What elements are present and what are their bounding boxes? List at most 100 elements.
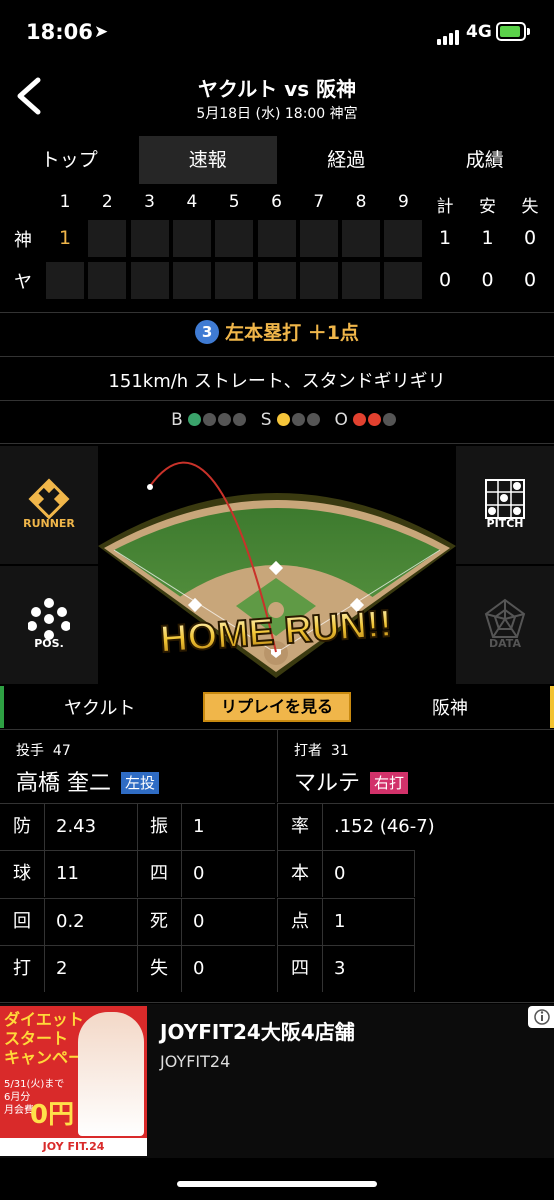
team-bar: ヤクルト リプレイを見る 阪神 xyxy=(0,686,554,728)
ad-sponsor: JOYFIT24 xyxy=(160,1052,231,1071)
inning-header: 8 xyxy=(355,192,367,212)
strikes-dot xyxy=(276,413,290,426)
stat-key: 回 xyxy=(0,898,45,945)
positions-button[interactable]: POS. xyxy=(0,566,98,684)
tab-bar: トップ 速報 経過 成績 xyxy=(0,136,554,184)
stat-key: 球 xyxy=(0,851,45,898)
ad-image[interactable]: ダイエット スタート キャンペーン 5/31(火)まで 6月分 月会費 0円 JOY F… xyxy=(0,1006,147,1156)
divider xyxy=(0,400,554,401)
data-button[interactable]: DATA xyxy=(456,566,554,684)
stat-key: 失 xyxy=(137,945,182,992)
outs-label: O xyxy=(334,410,348,430)
pitcher-name[interactable]: 高橋 奎二 左投 xyxy=(16,765,160,797)
total-header: 安 xyxy=(479,197,496,217)
stat-value: 0 xyxy=(193,863,205,885)
data-pentagon-icon xyxy=(484,598,526,638)
stat-value: .152 (46-7) xyxy=(334,816,435,837)
batter-hand-badge: 右打 xyxy=(370,772,409,794)
inning-score: 1 xyxy=(46,220,84,257)
inning-score xyxy=(215,262,254,299)
stat-key: 率 xyxy=(278,804,323,850)
stat-value: 2 xyxy=(56,957,68,979)
stat-value: 2.43 xyxy=(56,816,97,837)
inning-score xyxy=(299,220,338,257)
tab-progress[interactable]: 経過 xyxy=(277,136,416,184)
divider xyxy=(0,356,554,357)
stat-key: 打 xyxy=(0,945,45,992)
divider xyxy=(0,312,554,313)
pitcher-number: 47 xyxy=(52,743,71,759)
inning-score xyxy=(342,220,381,257)
total-header: 計 xyxy=(436,197,454,217)
batter-name[interactable]: マルテ 右打 xyxy=(294,765,409,797)
home-indicator[interactable] xyxy=(177,1181,377,1187)
inning-score xyxy=(299,262,338,299)
batter-number: 31 xyxy=(330,743,349,759)
runner-label: RUNNER xyxy=(23,517,75,530)
stat-key: 四 xyxy=(278,945,323,992)
pitch-label: PITCH xyxy=(486,517,524,530)
inning-score xyxy=(88,220,127,257)
inning-header: 5 xyxy=(228,192,240,212)
pitcher-stat: 防 2.43 xyxy=(0,803,138,850)
total-score: 0 xyxy=(511,262,549,299)
divider xyxy=(0,1002,554,1003)
runner-button[interactable]: RUNNER xyxy=(0,446,98,564)
signal-icon xyxy=(437,26,461,45)
inning-score xyxy=(257,262,296,299)
balls-dot xyxy=(187,413,201,426)
stat-key: 本 xyxy=(278,851,323,898)
positions-icon xyxy=(28,598,70,640)
runner-diamond-icon xyxy=(28,478,70,520)
batter-stat: 四3 xyxy=(277,944,415,992)
team-right[interactable]: 阪神 xyxy=(432,694,468,720)
play-result: 3 左本塁打 ＋1点 xyxy=(0,318,554,345)
ball-landing-marker xyxy=(147,484,153,490)
pitcher-stat: 四0 xyxy=(137,850,275,898)
tab-live[interactable]: 速報 xyxy=(138,136,277,184)
outs-dot xyxy=(352,413,366,426)
batter-stat: 本0 xyxy=(277,850,415,898)
stat-key: 四 xyxy=(137,851,182,898)
pitcher-stat: 失0 xyxy=(137,944,275,992)
stat-value: 0 xyxy=(334,863,346,885)
ad-info-button[interactable] xyxy=(528,1006,554,1028)
batter-stat: 点1 xyxy=(277,897,415,945)
inning-score xyxy=(88,262,127,299)
pitcher-stat: 死0 xyxy=(137,897,275,945)
inning-header: 6 xyxy=(271,192,282,212)
pitch-description: 151km/h ストレート、スタンドギリギリ xyxy=(108,371,446,392)
game-info: 5月18日 (水) 18:00 神宮 xyxy=(196,106,358,122)
team-abbr: 神 xyxy=(14,230,32,251)
team-left[interactable]: ヤクルト xyxy=(64,694,135,720)
inning-score xyxy=(46,262,84,299)
pitcher-hand-badge: 左投 xyxy=(121,772,160,794)
outs-dot xyxy=(367,413,381,426)
ad-title[interactable]: JOYFIT24大阪4店舗 xyxy=(160,1016,355,1045)
stat-key: 点 xyxy=(278,898,323,945)
divider xyxy=(0,443,554,444)
tab-top[interactable]: トップ xyxy=(0,136,139,184)
inning-score xyxy=(130,220,169,257)
outs-dot xyxy=(382,413,396,426)
stat-value: 0 xyxy=(193,957,205,979)
inning-score xyxy=(130,262,169,299)
inning-score xyxy=(172,220,211,257)
stat-value: 1 xyxy=(193,816,205,837)
stat-key: 死 xyxy=(137,898,182,945)
baseball-field: HOME RUN!! xyxy=(98,446,456,684)
inning-header: 9 xyxy=(397,192,409,212)
ad-image-brand: JOY FIT.24 xyxy=(0,1138,147,1156)
replay-button[interactable]: リプレイを見る xyxy=(203,692,351,722)
team-abbr: ヤ xyxy=(14,272,32,293)
inning-header: 2 xyxy=(101,192,113,212)
strikes-dot xyxy=(306,413,320,426)
tab-stats[interactable]: 成績 xyxy=(416,136,554,184)
status-time: 18:06 xyxy=(26,20,93,44)
pitcher-stat: 打2 xyxy=(0,944,138,992)
inning-score xyxy=(172,262,211,299)
total-header: 失 xyxy=(521,197,539,217)
network-type: 4G xyxy=(466,22,492,42)
pitch-button[interactable]: PITCH xyxy=(456,446,554,564)
location-arrow-icon: ➤ xyxy=(94,22,109,42)
